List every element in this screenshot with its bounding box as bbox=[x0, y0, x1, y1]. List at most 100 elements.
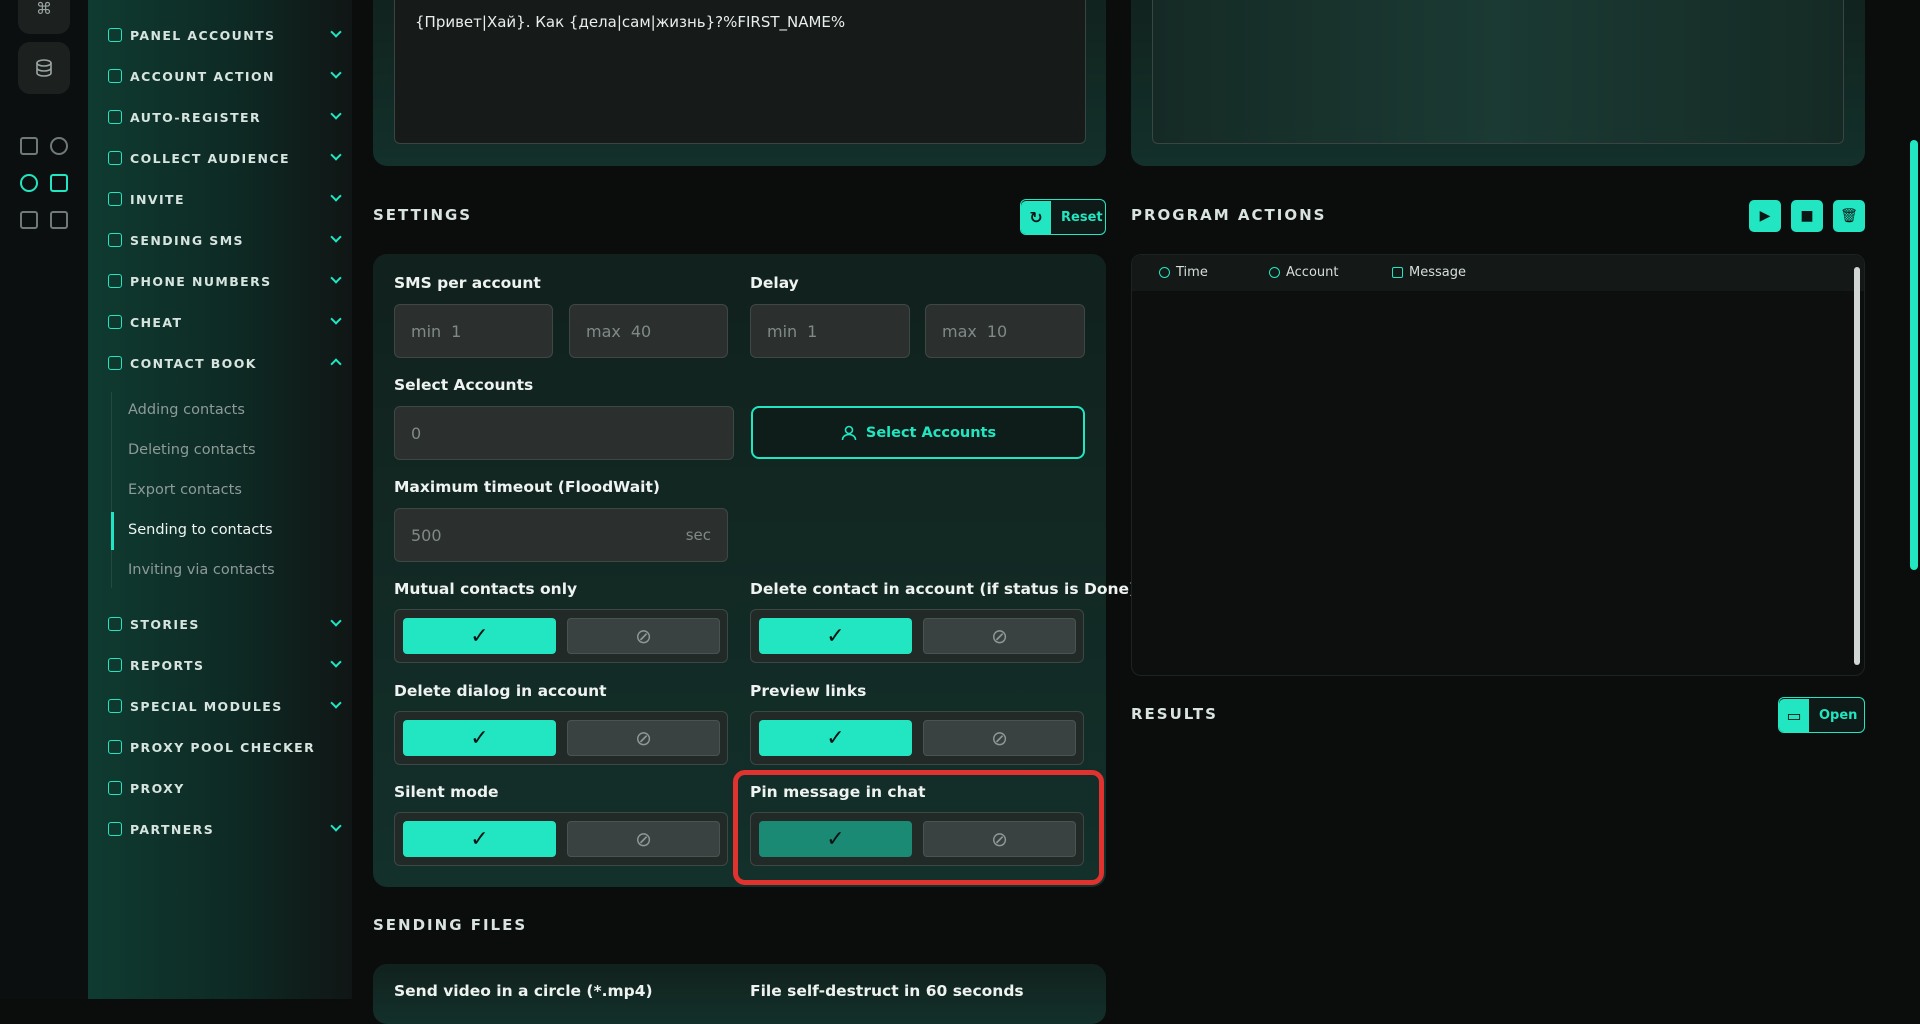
gear-icon[interactable] bbox=[20, 174, 38, 192]
delay-label: Delay bbox=[750, 274, 799, 292]
audience-icon bbox=[108, 151, 122, 165]
sub-item-sending-to-contacts[interactable]: Sending to contacts bbox=[128, 522, 273, 538]
chevron-down-icon bbox=[330, 67, 342, 79]
log-scrollbar[interactable] bbox=[1854, 267, 1860, 665]
nav-proxy[interactable]: PROXY bbox=[108, 776, 340, 800]
code-window-icon[interactable] bbox=[50, 174, 68, 192]
disabled-icon[interactable]: ⊘ bbox=[567, 821, 720, 857]
delete-contact-toggle: ✓ ⊘ bbox=[750, 609, 1084, 663]
results-title: RESULTS bbox=[1131, 705, 1218, 723]
chevron-down-icon bbox=[330, 697, 342, 709]
silent-mode-toggle: ✓ ⊘ bbox=[394, 812, 728, 866]
trash-icon[interactable]: 🗑 bbox=[1833, 200, 1865, 232]
transfer-icon[interactable] bbox=[50, 211, 68, 229]
check-icon[interactable]: ✓ bbox=[403, 720, 556, 756]
page-scrollbar[interactable] bbox=[1910, 140, 1918, 570]
delay-min-input[interactable]: min 1 bbox=[750, 304, 910, 358]
program-actions-title: PROGRAM ACTIONS bbox=[1131, 206, 1327, 224]
nav-proxy-pool-checker[interactable]: PROXY POOL CHECKER bbox=[108, 735, 340, 759]
nav-special-modules[interactable]: SPECIAL MODULES bbox=[108, 694, 342, 718]
nav-stories[interactable]: STORIES bbox=[108, 612, 342, 636]
active-indicator bbox=[111, 512, 114, 550]
sub-item-adding-contacts[interactable]: Adding contacts bbox=[128, 402, 245, 418]
report-icon bbox=[108, 658, 122, 672]
user-icon bbox=[1269, 267, 1280, 278]
disabled-icon[interactable]: ⊘ bbox=[923, 618, 1076, 654]
sending-files-title: SENDING FILES bbox=[373, 916, 528, 934]
stop-icon[interactable]: ■ bbox=[1791, 200, 1823, 232]
document-list-icon[interactable] bbox=[20, 211, 38, 229]
sub-item-export-contacts[interactable]: Export contacts bbox=[128, 482, 242, 498]
log-panel: Time Account Message bbox=[1131, 254, 1865, 676]
nav-contact-book[interactable]: CONTACT BOOK bbox=[108, 351, 342, 375]
nav-cheat[interactable]: CHEAT bbox=[108, 310, 342, 334]
mutual-contacts-label: Mutual contacts only bbox=[394, 580, 578, 598]
reset-button[interactable]: ↻ Reset bbox=[1020, 199, 1106, 235]
disabled-icon[interactable]: ⊘ bbox=[923, 720, 1076, 756]
check-icon[interactable]: ✓ bbox=[403, 821, 556, 857]
open-results-button[interactable]: ▭ Open bbox=[1778, 697, 1865, 733]
self-destruct-label: File self-destruct in 60 seconds bbox=[750, 982, 1024, 1000]
disabled-icon[interactable]: ⊘ bbox=[567, 618, 720, 654]
select-accounts-label: Select Accounts bbox=[394, 376, 534, 394]
nav-sending-sms[interactable]: SENDING SMS bbox=[108, 228, 342, 252]
chevron-down-icon bbox=[330, 272, 342, 284]
col-time[interactable]: Time bbox=[1159, 265, 1208, 280]
send-icon bbox=[108, 233, 122, 247]
modules-icon bbox=[108, 699, 122, 713]
preview-area bbox=[1152, 0, 1844, 144]
gauge-icon bbox=[108, 740, 122, 754]
disabled-icon[interactable]: ⊘ bbox=[567, 720, 720, 756]
chevron-down-icon bbox=[330, 231, 342, 243]
col-message[interactable]: Message bbox=[1392, 265, 1466, 280]
nav-partners[interactable]: PARTNERS bbox=[108, 817, 342, 841]
message-textarea[interactable]: {Привет|Хай}. Как {дела|сам|жизнь}?%FIRS… bbox=[394, 0, 1086, 144]
user-icon bbox=[108, 69, 122, 83]
check-icon[interactable]: ✓ bbox=[403, 618, 556, 654]
check-icon[interactable]: ✓ bbox=[759, 618, 912, 654]
icon-rail: ⌘ bbox=[0, 0, 88, 999]
chevron-down-icon bbox=[330, 108, 342, 120]
delete-contact-label: Delete contact in account (if status is … bbox=[750, 580, 1137, 598]
sms-min-input[interactable]: min 1 bbox=[394, 304, 553, 358]
highlight-box bbox=[733, 770, 1104, 885]
sub-item-inviting-via-contacts[interactable]: Inviting via contacts bbox=[128, 562, 275, 578]
sms-max-input[interactable]: max 40 bbox=[569, 304, 728, 358]
col-account[interactable]: Account bbox=[1269, 265, 1339, 280]
mail-icon bbox=[1392, 267, 1403, 278]
delay-max-input[interactable]: max 10 bbox=[925, 304, 1085, 358]
nav-panel-accounts[interactable]: PANEL ACCOUNTS bbox=[108, 23, 342, 47]
user-icon bbox=[841, 425, 857, 440]
nav-invite[interactable]: INVITE bbox=[108, 187, 342, 211]
send-icon bbox=[108, 315, 122, 329]
contact-book-icon bbox=[108, 356, 122, 370]
play-icon[interactable]: ▶ bbox=[1749, 200, 1781, 232]
silent-mode-label: Silent mode bbox=[394, 783, 499, 801]
phone-icon bbox=[108, 274, 122, 288]
handshake-icon bbox=[108, 822, 122, 836]
timeout-input[interactable]: 500 sec bbox=[394, 508, 728, 562]
chevron-up-icon bbox=[330, 358, 342, 370]
chevron-down-icon bbox=[330, 190, 342, 202]
mutual-contacts-toggle: ✓ ⊘ bbox=[394, 609, 728, 663]
chevron-down-icon bbox=[330, 313, 342, 325]
accounts-count-input[interactable]: 0 bbox=[394, 406, 734, 460]
delete-dialog-label: Delete dialog in account bbox=[394, 682, 607, 700]
command-icon[interactable]: ⌘ bbox=[18, 0, 70, 34]
nav-phone-numbers[interactable]: PHONE NUMBERS bbox=[108, 269, 342, 293]
database-icon[interactable] bbox=[18, 42, 70, 94]
nav-auto-register[interactable]: AUTO-REGISTER bbox=[108, 105, 342, 129]
settings-title: SETTINGS bbox=[373, 206, 473, 224]
select-accounts-button[interactable]: Select Accounts bbox=[751, 406, 1085, 459]
nav-account-action[interactable]: ACCOUNT ACTION bbox=[108, 64, 342, 88]
nav-reports[interactable]: REPORTS bbox=[108, 653, 342, 677]
user-plus-icon bbox=[108, 110, 122, 124]
check-icon[interactable]: ✓ bbox=[759, 720, 912, 756]
sub-item-deleting-contacts[interactable]: Deleting contacts bbox=[128, 442, 256, 458]
nav-collect-audience[interactable]: COLLECT AUDIENCE bbox=[108, 146, 342, 170]
table-icon[interactable] bbox=[20, 137, 38, 155]
plus-square-icon bbox=[108, 617, 122, 631]
chevron-down-icon bbox=[330, 820, 342, 832]
user-pin-icon[interactable] bbox=[50, 137, 68, 155]
sidebar: PANEL ACCOUNTS ACCOUNT ACTION AUTO-REGIS… bbox=[88, 0, 352, 999]
